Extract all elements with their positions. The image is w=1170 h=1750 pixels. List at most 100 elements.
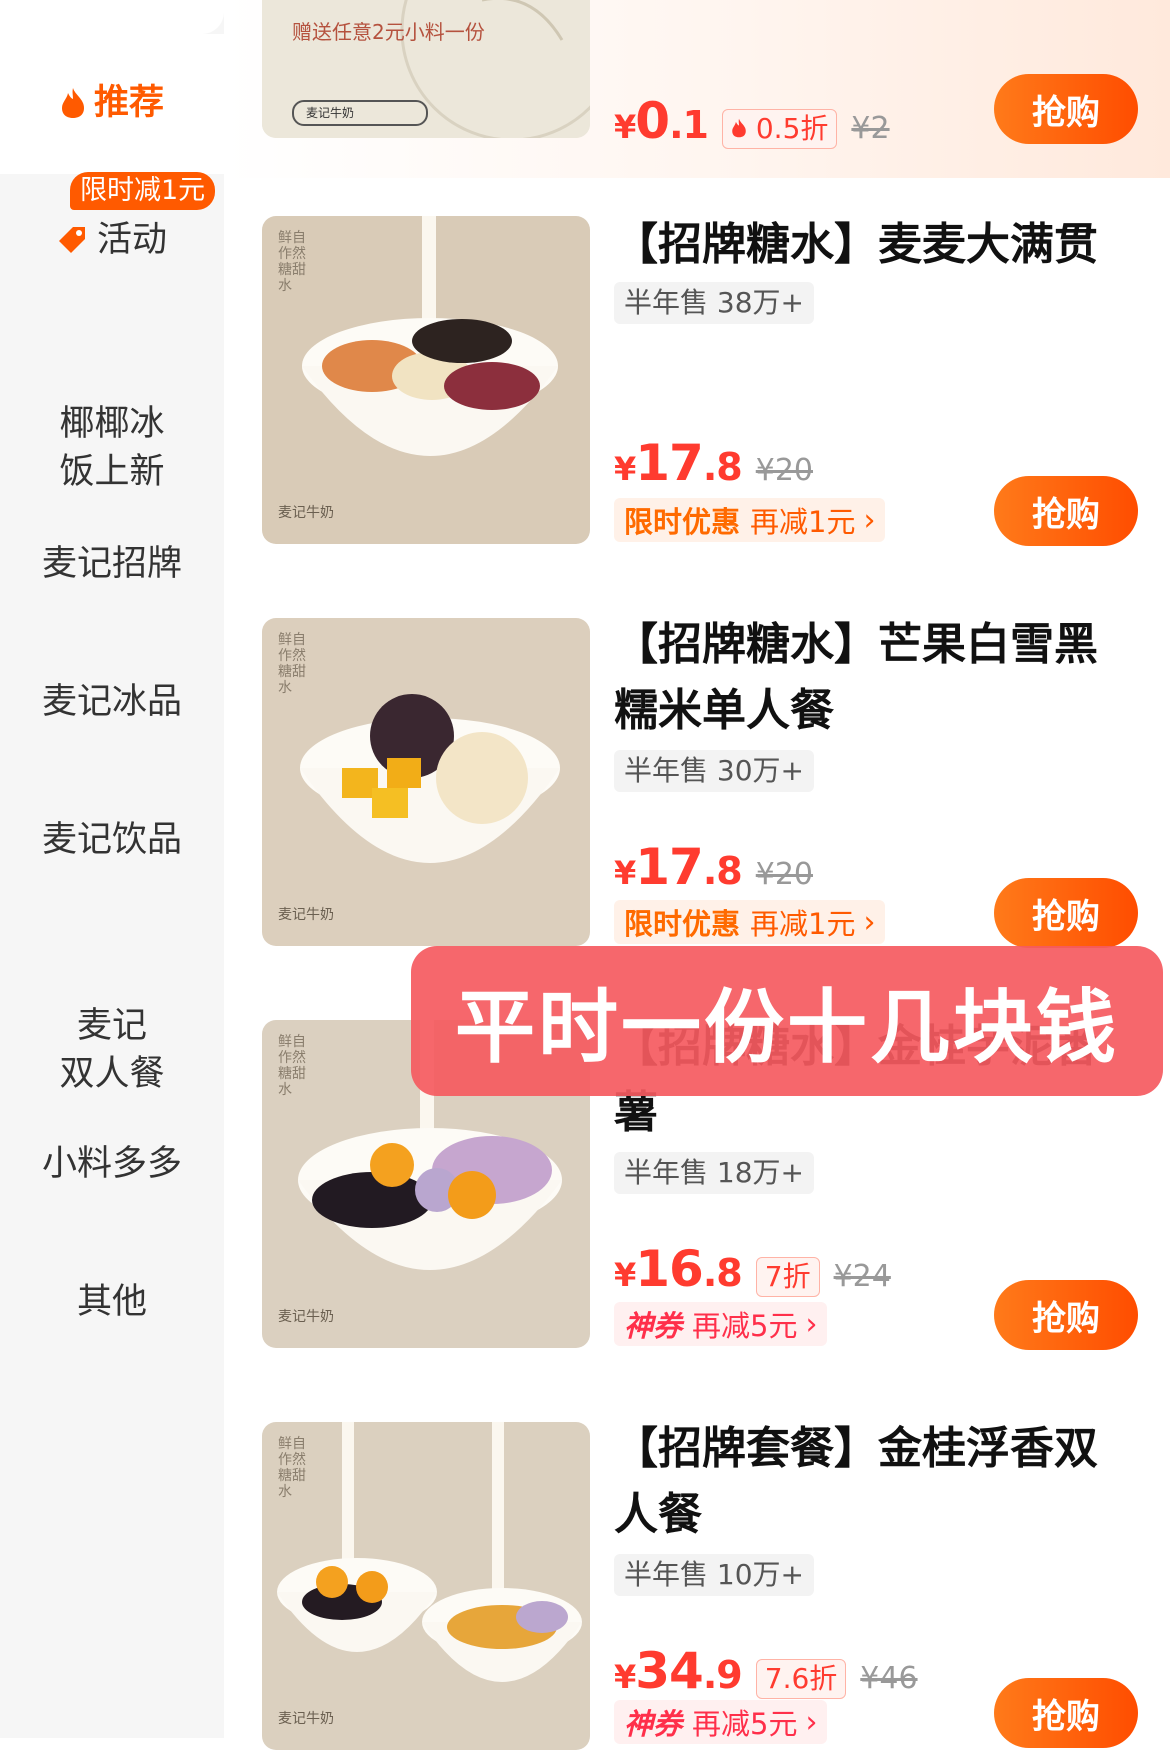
product-image: 鲜自作然糖甜水 麦记牛奶 [262,1422,590,1750]
price-integer: 16 [635,1240,704,1298]
product-image: 鲜自作然糖甜水 麦记牛奶 [262,216,590,544]
discount-badge: 7折 [755,1257,820,1297]
currency-symbol: ¥ [614,854,636,892]
buy-button[interactable]: 抢购 [994,476,1138,546]
product-image: 赠送任意2元小料一份 麦记牛奶 [262,0,590,138]
promo-tag[interactable]: 限时优惠 再减1元 › [614,498,886,542]
promo-image-text: 赠送任意2元小料一份 [292,20,485,44]
price-row: ¥17.8 ¥20 [614,838,813,896]
product-card[interactable]: 鲜自作然糖甜水 麦记牛奶 【招牌套餐】金桂浮香双人餐 半年售 10万+ ¥34.… [224,1422,1170,1750]
product-card[interactable]: 鲜自作然糖甜水 麦记牛奶 【招牌糖水】麦麦大满贯 半年售 38万+ ¥17.8 … [224,216,1170,596]
product-card[interactable]: 鲜自作然糖甜水 麦记牛奶 【招牌糖水】芒果白雪黑糯米单人餐 半年售 30万+ ¥… [224,618,1170,998]
thumb-side-text: 鲜自作然糖甜水 [278,632,306,696]
currency-symbol: ¥ [614,108,636,146]
discount-badge: 7.6折 [755,1659,847,1699]
sidebar-top-cap [0,0,224,34]
current-price: ¥16.8 [614,1240,743,1298]
buy-button[interactable]: 抢购 [994,74,1138,144]
product-image: 鲜自作然糖甜水 麦记牛奶 [262,618,590,946]
price-row: ¥16.8 7折 ¥24 [614,1240,891,1298]
product-title: 【招牌糖水】麦麦大满贯 [614,219,1098,270]
sidebar-item-label: 活动 [96,220,167,260]
promo-sub: 再减1元 [750,907,856,941]
price-integer: 17 [635,434,704,492]
chevron-right-icon: › [805,1306,818,1342]
caption-overlay: 平时一份十几块钱 [411,946,1163,1096]
promo-label: 限时优惠 [624,907,741,941]
sales-badge: 半年售 30万+ [614,750,814,792]
sidebar-item-duo[interactable]: 麦记 双人餐 [0,954,224,1098]
sidebar-item-label: 麦记冰品 [41,682,182,722]
price-integer: 0 [635,92,670,150]
sidebar-item-label: 推荐 [93,83,164,123]
price-decimal: .8 [702,445,743,489]
sidebar-item-toppings[interactable]: 小料多多 [0,1140,224,1188]
price-decimal: .1 [669,103,709,147]
coupon-tag[interactable]: 神券 再减5元 › [614,1700,828,1744]
coupon-tag[interactable]: 神券 再减5元 › [614,1302,828,1346]
sidebar-item-drinks[interactable]: 麦记饮品 [0,816,224,864]
thumb-brand-text: 麦记牛奶 [278,907,334,923]
currency-symbol: ¥ [614,1256,636,1294]
sidebar-item-other[interactable]: 其他 [0,1278,224,1326]
sales-badge: 半年售 10万+ [614,1554,814,1596]
product-title: 【招牌糖水】芒果白雪黑糯米单人餐 [614,619,1098,736]
thumb-brand-text: 麦记牛奶 [278,1711,334,1727]
discount-text: 0.5折 [755,112,829,145]
buy-button[interactable]: 抢购 [994,878,1138,948]
sidebar-item-label: 椰椰冰 饭上新 [59,404,165,492]
chevron-right-icon: › [863,502,876,538]
sidebar-item-label: 其他 [76,1282,147,1322]
discount-badge: 0.5折 [721,109,838,149]
sidebar-item-signature[interactable]: 麦记招牌 [0,540,224,588]
chevron-right-icon: › [863,904,876,940]
thumb-side-text: 鲜自作然糖甜水 [278,230,306,294]
promo-sub: 再减5元 [692,1309,798,1343]
chevron-right-icon: › [805,1704,818,1740]
sidebar-item-label: 麦记 双人餐 [59,1006,165,1094]
price-decimal: .9 [702,1653,743,1697]
original-price: ¥46 [860,1661,918,1696]
currency-symbol: ¥ [614,1658,636,1696]
sidebar-item-ice[interactable]: 麦记冰品 [0,678,224,726]
promo-tag[interactable]: 限时优惠 再减1元 › [614,900,886,944]
sales-badge: 半年售 18万+ [614,1152,814,1194]
currency-symbol: ¥ [614,450,636,488]
price-decimal: .8 [702,849,743,893]
current-price: ¥34.9 [614,1642,743,1700]
sidebar-item-label: 麦记招牌 [41,544,182,584]
original-price: ¥24 [833,1259,891,1294]
sidebar-item-label: 小料多多 [41,1144,182,1184]
price-row: ¥34.9 7.6折 ¥46 [614,1642,918,1700]
price-row: ¥17.8 ¥20 [614,434,813,492]
thumb-side-text: 鲜自作然糖甜水 [278,1436,306,1500]
category-sidebar: 推荐 限时减1元 活动 椰椰冰 饭上新 麦记招牌 麦记冰品 麦记饮品 麦记 双人… [0,0,224,1738]
original-price: ¥20 [755,857,814,892]
tag-icon [58,227,85,253]
product-title: 【招牌套餐】金桂浮香双人餐 [614,1423,1098,1540]
promo-label: 限时优惠 [624,505,741,539]
promo-sub: 再减5元 [692,1707,798,1741]
sales-badge: 半年售 38万+ [614,282,814,324]
thumb-side-text: 鲜自作然糖甜水 [278,1034,306,1098]
current-price: ¥17.8 [614,434,743,492]
buy-button[interactable]: 抢购 [994,1280,1138,1350]
current-price: ¥0.1 [614,92,709,150]
current-price: ¥17.8 [614,838,743,896]
original-price: ¥20 [755,453,814,488]
price-integer: 34 [635,1642,704,1700]
promo-sub: 再减1元 [750,505,856,539]
sidebar-item-recommend[interactable]: 推荐 [0,34,224,174]
price-decimal: .8 [702,1251,743,1295]
flame-icon [61,88,84,118]
sidebar-item-label: 麦记饮品 [41,820,182,860]
original-price: ¥2 [851,111,890,146]
image-search-bar: 麦记牛奶 [292,100,428,126]
image-search-text: 麦记牛奶 [306,106,355,120]
sidebar-item-coconut[interactable]: 椰椰冰 饭上新 [0,352,224,496]
thumb-brand-text: 麦记牛奶 [278,1309,334,1325]
promo-label: 神券 [624,1707,683,1741]
thumb-brand-text: 麦记牛奶 [278,505,334,521]
promo-product: 赠送任意2元小料一份 麦记牛奶 ¥0.1 0.5折 ¥2 抢购 [224,0,1170,178]
price-integer: 17 [635,838,704,896]
